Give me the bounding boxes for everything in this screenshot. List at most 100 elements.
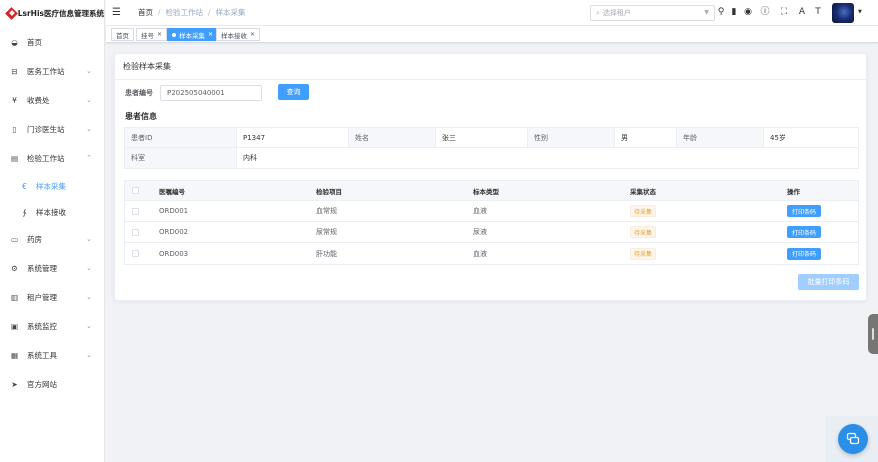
language-icon[interactable]: A [796,6,808,19]
sidebar-item-label: 租户管理 [27,293,57,302]
select-all-checkbox[interactable] [132,187,139,194]
batch-print-button[interactable]: 批量打印条码 [798,274,859,290]
row-checkbox[interactable] [132,228,139,236]
tab-sample-collect[interactable]: 样本采集 ✕ [167,28,219,41]
info-row: 患者ID P1347 姓名 张三 性别 男 年龄 45岁 [125,128,858,148]
message-icon[interactable]: ▮ [728,6,740,19]
tab-label: 样本采集 [179,31,205,40]
github-icon[interactable]: ◉ [742,6,754,19]
sidebar-item-home[interactable]: ◒ 首页 [0,28,104,57]
print-barcode-button[interactable]: 打印条码 [787,247,822,260]
sidebar-item-monitor[interactable]: ▣ 系统监控 ⌄ [0,312,104,341]
sidebar-item-outpatient[interactable]: ▯ 门诊医生站 ⌄ [0,115,104,144]
sidebar-item-label: 系统监控 [27,322,57,331]
search-icon[interactable]: ⚲ [715,6,727,19]
yen-icon: ¥ [12,96,17,105]
tenant-select[interactable]: ⌕ 选择租户 ▼ [590,5,715,21]
row-checkbox[interactable] [132,207,139,215]
sidebar-item-system[interactable]: ⚙ 系统管理 ⌄ [0,254,104,283]
specimen-type: 血液 [473,207,487,215]
sidebar-item-website[interactable]: ➤ 官方网站 [0,370,104,399]
print-barcode-button[interactable]: 打印条码 [787,205,822,217]
sidebar-item-label: 门诊医生站 [27,125,65,134]
caret-down-icon[interactable]: ▼ [858,9,862,15]
patient-search-form: 患者编号 P202505040001 [125,85,262,101]
chart-icon: ▥ [10,293,19,302]
sidebar-item-tenant[interactable]: ▥ 租户管理 ⌄ [0,283,104,312]
pharmacy-icon: ▭ [10,235,19,244]
close-icon[interactable]: ✕ [208,31,213,38]
chevron-down-icon: ⌄ [86,351,92,359]
sidebar-item-lab[interactable]: ▤ 检验工作站 ⌃ [0,144,104,173]
avatar[interactable] [832,3,854,23]
chevron-down-icon: ⌄ [86,96,92,104]
close-icon[interactable]: ✕ [250,31,255,38]
breadcrumb-home[interactable]: 首页 [138,7,153,18]
font-size-icon[interactable]: T [812,6,824,19]
patient-info-table: 患者ID P1347 姓名 张三 性别 男 年龄 45岁 科室 内科 [124,127,859,169]
card-title: 检验样本采集 [115,54,866,80]
help-icon[interactable]: ⓘ [759,6,771,19]
tab-home[interactable]: 首页 [111,28,134,41]
sidebar-item-label: 检验工作站 [27,154,65,163]
fullscreen-icon[interactable]: ⛶ [778,6,790,19]
sidebar-item-tools[interactable]: ▦ 系统工具 ⌄ [0,341,104,370]
patient-no-label: 患者编号 [125,89,153,97]
dept-value: 内科 [243,154,257,162]
toolbox-icon: ▦ [10,351,19,360]
select-cell [125,222,152,242]
chevron-down-icon: ⌄ [86,264,92,272]
age-value: 45岁 [770,133,786,142]
chevron-down-icon: ⌄ [86,322,92,330]
specimen-type: 血液 [473,249,487,258]
breadcrumb-lab[interactable]: 检验工作站 [166,7,204,18]
chevron-down-icon: ⌄ [86,293,92,301]
chat-button[interactable] [838,424,868,454]
tab-register[interactable]: 挂号 ✕ [136,28,168,41]
sidebar-subitem-sample-receive[interactable]: ∱ 样本接收 [0,199,104,225]
sidebar-item-medical[interactable]: ⊟ 医务工作站 ⌄ [0,57,104,86]
door-icon: ▯ [12,125,17,134]
table-row: ORD002 尿常规 尿液 待采集 打印条码 [125,222,858,243]
column-header: 医嘱编号 [159,187,185,196]
sidebar-subitem-sample-collect[interactable]: € 样本采集 [0,173,104,199]
action-cell: 打印条码 [780,243,858,264]
specimen-type: 尿液 [473,228,487,236]
print-barcode-button[interactable]: 打印条码 [787,226,822,238]
sidebar-item-label: 收费处 [27,96,50,105]
sample-collection-card: 检验样本采集 患者编号 P202505040001 查询 患者信息 患者ID P… [114,53,867,301]
sidebar-item-label: 样本接收 [36,207,66,217]
status-badge: 待采集 [630,205,657,217]
tenant-placeholder: 选择租户 [602,9,631,17]
hamburger-icon[interactable]: ☰ [112,7,126,18]
action-cell: 打印条码 [780,201,858,221]
breadcrumb: 首页 / 检验工作站 / 样本采集 [138,7,246,18]
row-checkbox[interactable] [132,250,139,257]
monitor-icon: ▣ [10,322,19,331]
patient-id-label: 患者ID [125,128,237,147]
test-item: 肝功能 [316,249,337,258]
patient-id-value: P1347 [237,128,349,147]
sidebar-item-pharmacy[interactable]: ▭ 药房 ⌄ [0,225,104,254]
search-icon: ⌕ [596,8,600,17]
sidebar-item-billing[interactable]: ¥ 收费处 ⌄ [0,86,104,115]
send-icon: ➤ [11,380,18,389]
column-header: 操作 [787,187,800,196]
close-icon[interactable]: ✕ [157,31,162,38]
receive-icon: ∱ [22,207,27,217]
tab-label: 样本接收 [221,31,247,40]
tab-sample-receive[interactable]: 样本接收 ✕ [216,28,261,41]
top-header: ☰ 首页 / 检验工作站 / 样本采集 ⌕ 选择租户 ▼ ⚲ ▮ ◉ ⓘ ⛶ A… [106,0,878,26]
settings-drawer-handle[interactable] [868,314,878,354]
breadcrumb-current: 样本采集 [215,8,246,17]
sidebar-item-label: 系统管理 [27,264,57,273]
patient-no-input[interactable]: P202505040001 [160,85,262,101]
status-cell: 待采集 [623,222,780,242]
app-logo[interactable]: LsrHis医疗信息管理系统 [0,0,104,26]
order-table: 医嘱编号 检验项目 标本类型 采集状态 操作 ORD001 血常规 血液 待采集… [124,180,859,265]
gender-value: 男 [615,128,677,147]
name-label: 姓名 [349,128,436,147]
query-button[interactable]: 查询 [278,84,309,100]
sidebar-item-label: 官方网站 [27,380,57,389]
sidebar-item-label: 样本采集 [36,181,66,191]
